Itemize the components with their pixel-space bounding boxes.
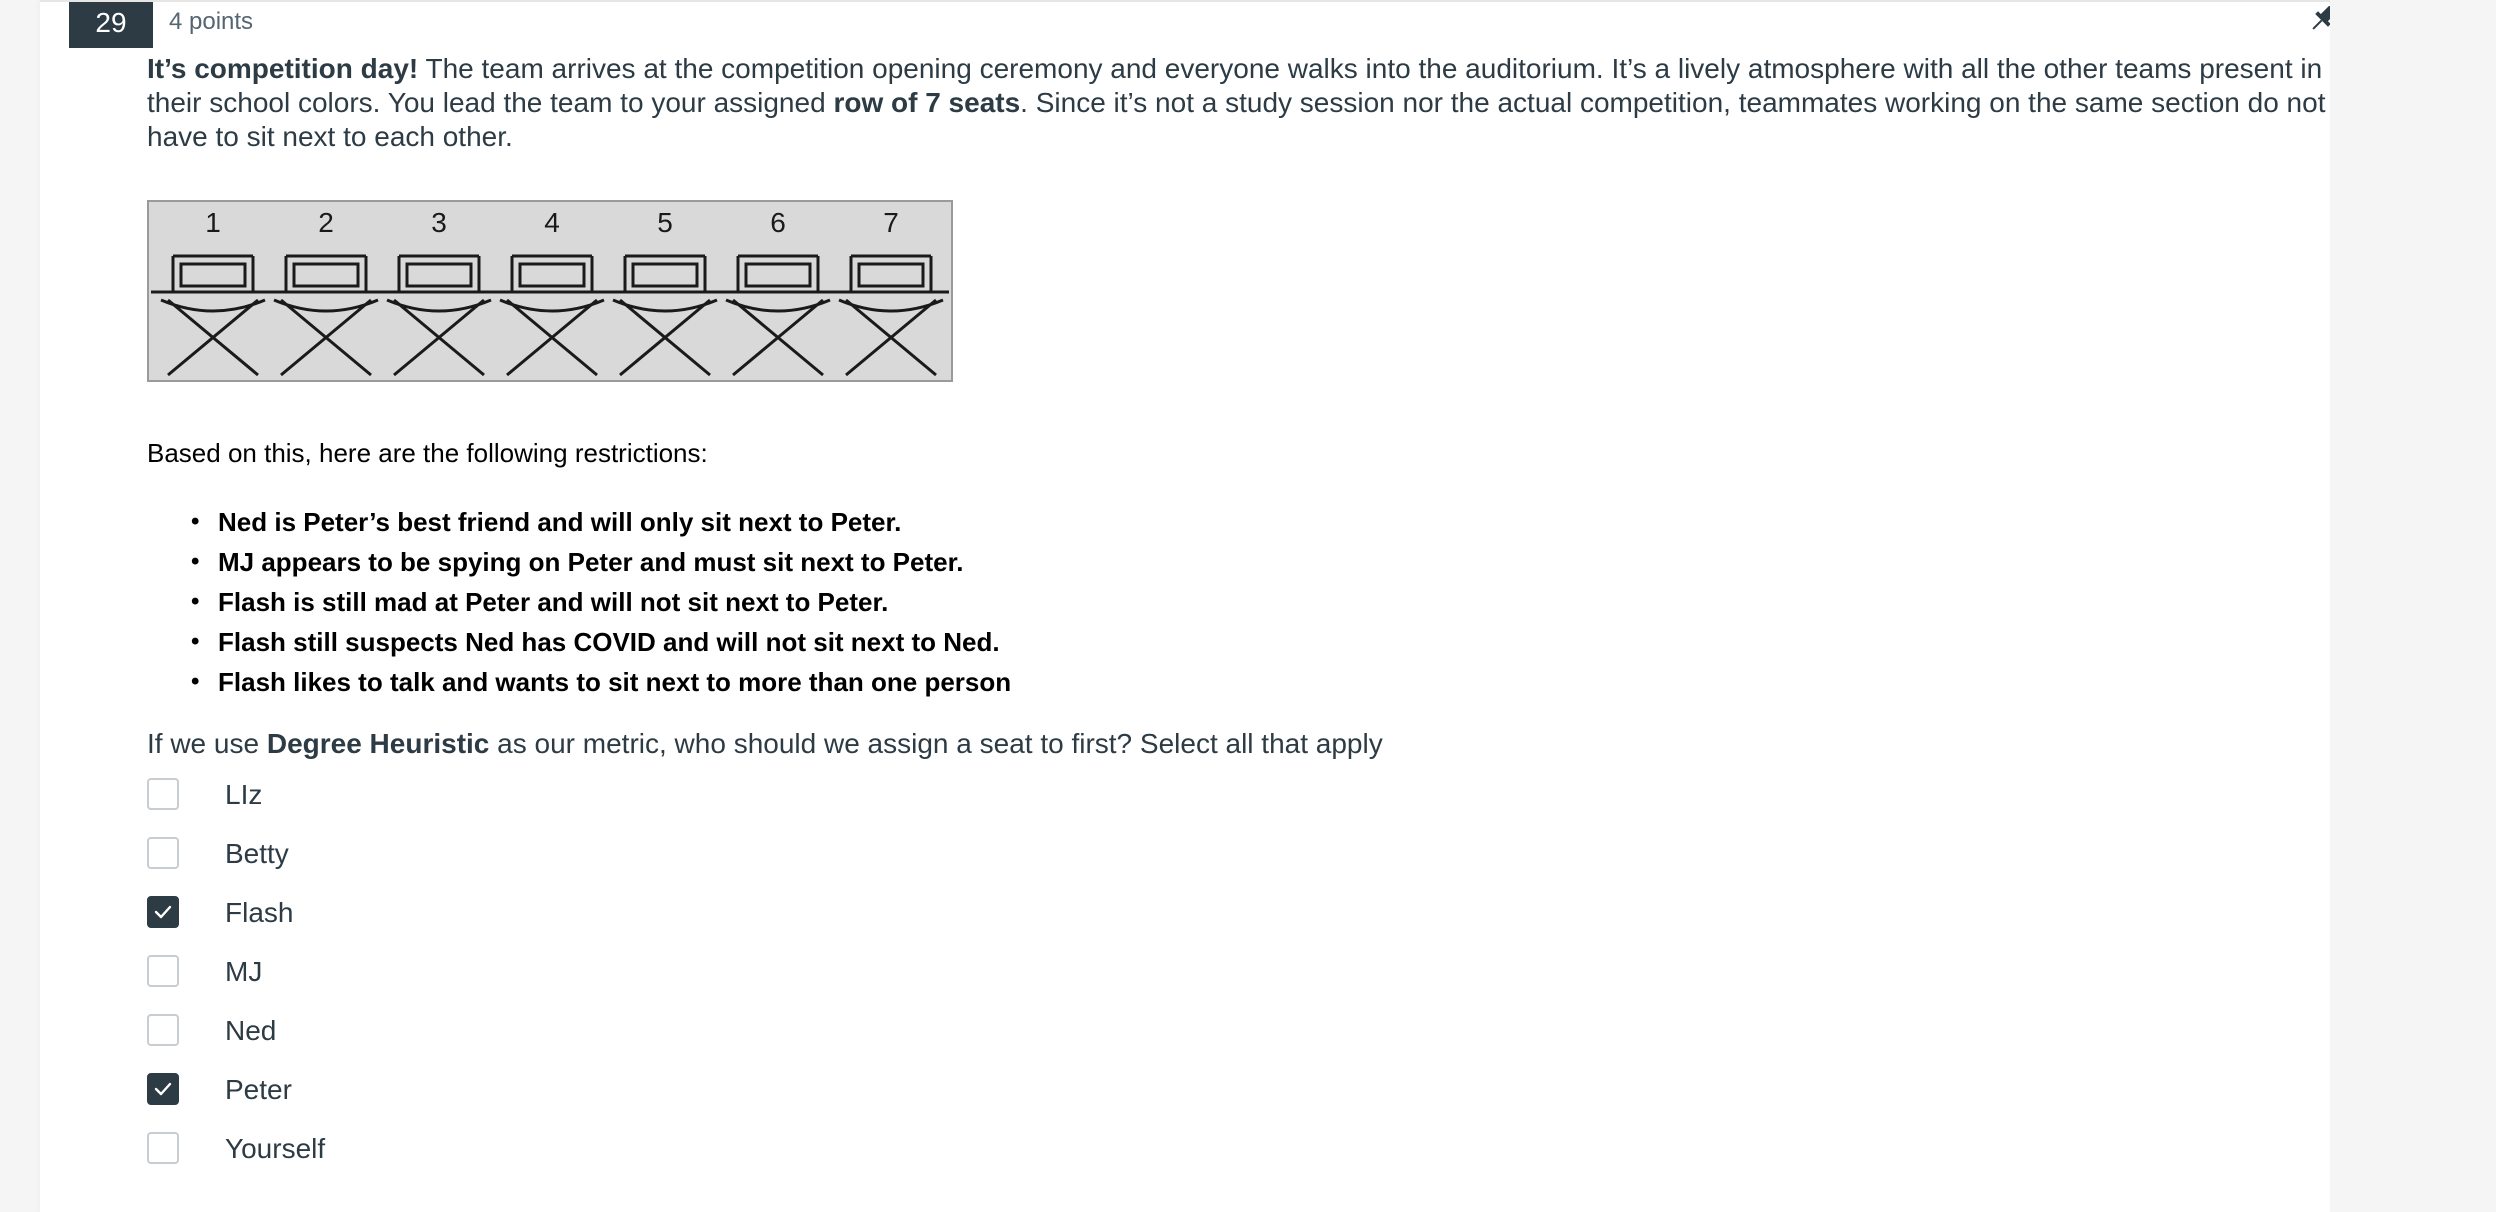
bullet-icon: •	[191, 628, 200, 655]
question-card: 29 4 points It’s competition day! The te…	[40, 0, 2337, 1212]
checkbox[interactable]	[147, 837, 179, 869]
answer-option[interactable]: Ned	[147, 1012, 647, 1071]
restrictions-list: • Ned is Peter’s best friend and will onl…	[191, 502, 1012, 702]
question-points: 4 points	[169, 8, 254, 35]
restrictions-intro: Based on this, here are the following re…	[147, 438, 708, 468]
restriction-item: • Flash is still mad at Peter and will no…	[191, 582, 1011, 622]
seat-number: 4	[544, 207, 560, 238]
bullet-icon: •	[191, 548, 200, 575]
checkbox[interactable]	[147, 1132, 179, 1164]
restriction-item: • Flash still suspects Ned has COVID and …	[191, 622, 1011, 662]
answer-option[interactable]: Betty	[147, 835, 647, 894]
prompt-bold-seats: row of 7 seats	[833, 87, 1021, 118]
checkbox[interactable]	[147, 778, 179, 810]
restriction-text: Flash likes to talk and wants to sit nex…	[218, 667, 1012, 697]
answer-list: LIz Betty Flash MJ Ned Peter Yourself	[147, 776, 647, 1189]
seat-number: 1	[205, 207, 221, 238]
seat-number: 2	[318, 207, 334, 238]
bullet-icon: •	[191, 508, 200, 535]
checkbox[interactable]	[147, 955, 179, 987]
bullet-icon: •	[191, 668, 200, 695]
seat-number: 6	[770, 207, 786, 238]
answer-option[interactable]: Flash	[147, 894, 647, 953]
restriction-text: Ned is Peter’s best friend and will only…	[218, 507, 902, 537]
question-text-before: If we use	[147, 728, 267, 759]
restriction-text: Flash still suspects Ned has COVID and w…	[218, 627, 1000, 657]
checkbox[interactable]	[147, 896, 179, 928]
answer-label[interactable]: Yourself	[225, 1130, 325, 1168]
seat-number: 3	[431, 207, 447, 238]
answer-option[interactable]: MJ	[147, 953, 647, 1012]
seat-number: 5	[657, 207, 673, 238]
answer-option[interactable]: LIz	[147, 776, 647, 835]
answer-option[interactable]: Yourself	[147, 1130, 647, 1189]
answer-label[interactable]: Ned	[225, 1012, 276, 1050]
answer-label[interactable]: MJ	[225, 953, 262, 991]
question-prompt: It’s competition day! The team arrives a…	[147, 52, 2347, 154]
answer-option[interactable]: Peter	[147, 1071, 647, 1130]
question-text-bold: Degree Heuristic	[266, 728, 490, 759]
restriction-item: • Flash likes to talk and wants to sit ne…	[191, 662, 1012, 702]
right-gutter	[2330, 0, 2496, 1212]
question-text: If we use Degree Heuristic as our metric…	[147, 728, 1383, 760]
quiz-page: 29 4 points It’s competition day! The te…	[0, 0, 2496, 1212]
answer-label[interactable]: LIz	[225, 776, 262, 814]
answer-label[interactable]: Betty	[225, 835, 289, 873]
restriction-item: • Ned is Peter’s best friend and will onl…	[191, 502, 1011, 542]
bullet-icon: •	[191, 588, 200, 615]
restriction-text: MJ appears to be spying on Peter and mus…	[218, 547, 964, 577]
seat-row-image: 1 2 3 4 5 6 7	[147, 200, 953, 382]
prompt-bold-intro: It’s competition day!	[147, 53, 419, 84]
question-text-after: as our metric, who should we assign a se…	[489, 728, 1383, 759]
question-number: 29	[69, 2, 153, 48]
check-icon	[154, 1082, 172, 1096]
answer-label[interactable]: Flash	[225, 894, 293, 932]
checkbox[interactable]	[147, 1073, 179, 1105]
checkbox[interactable]	[147, 1014, 179, 1046]
answer-label[interactable]: Peter	[225, 1071, 292, 1109]
check-icon	[154, 905, 172, 919]
seat-number: 7	[883, 207, 899, 238]
restriction-text: Flash is still mad at Peter and will not…	[218, 587, 889, 617]
restriction-item: • MJ appears to be spying on Peter and mu…	[191, 542, 1011, 582]
